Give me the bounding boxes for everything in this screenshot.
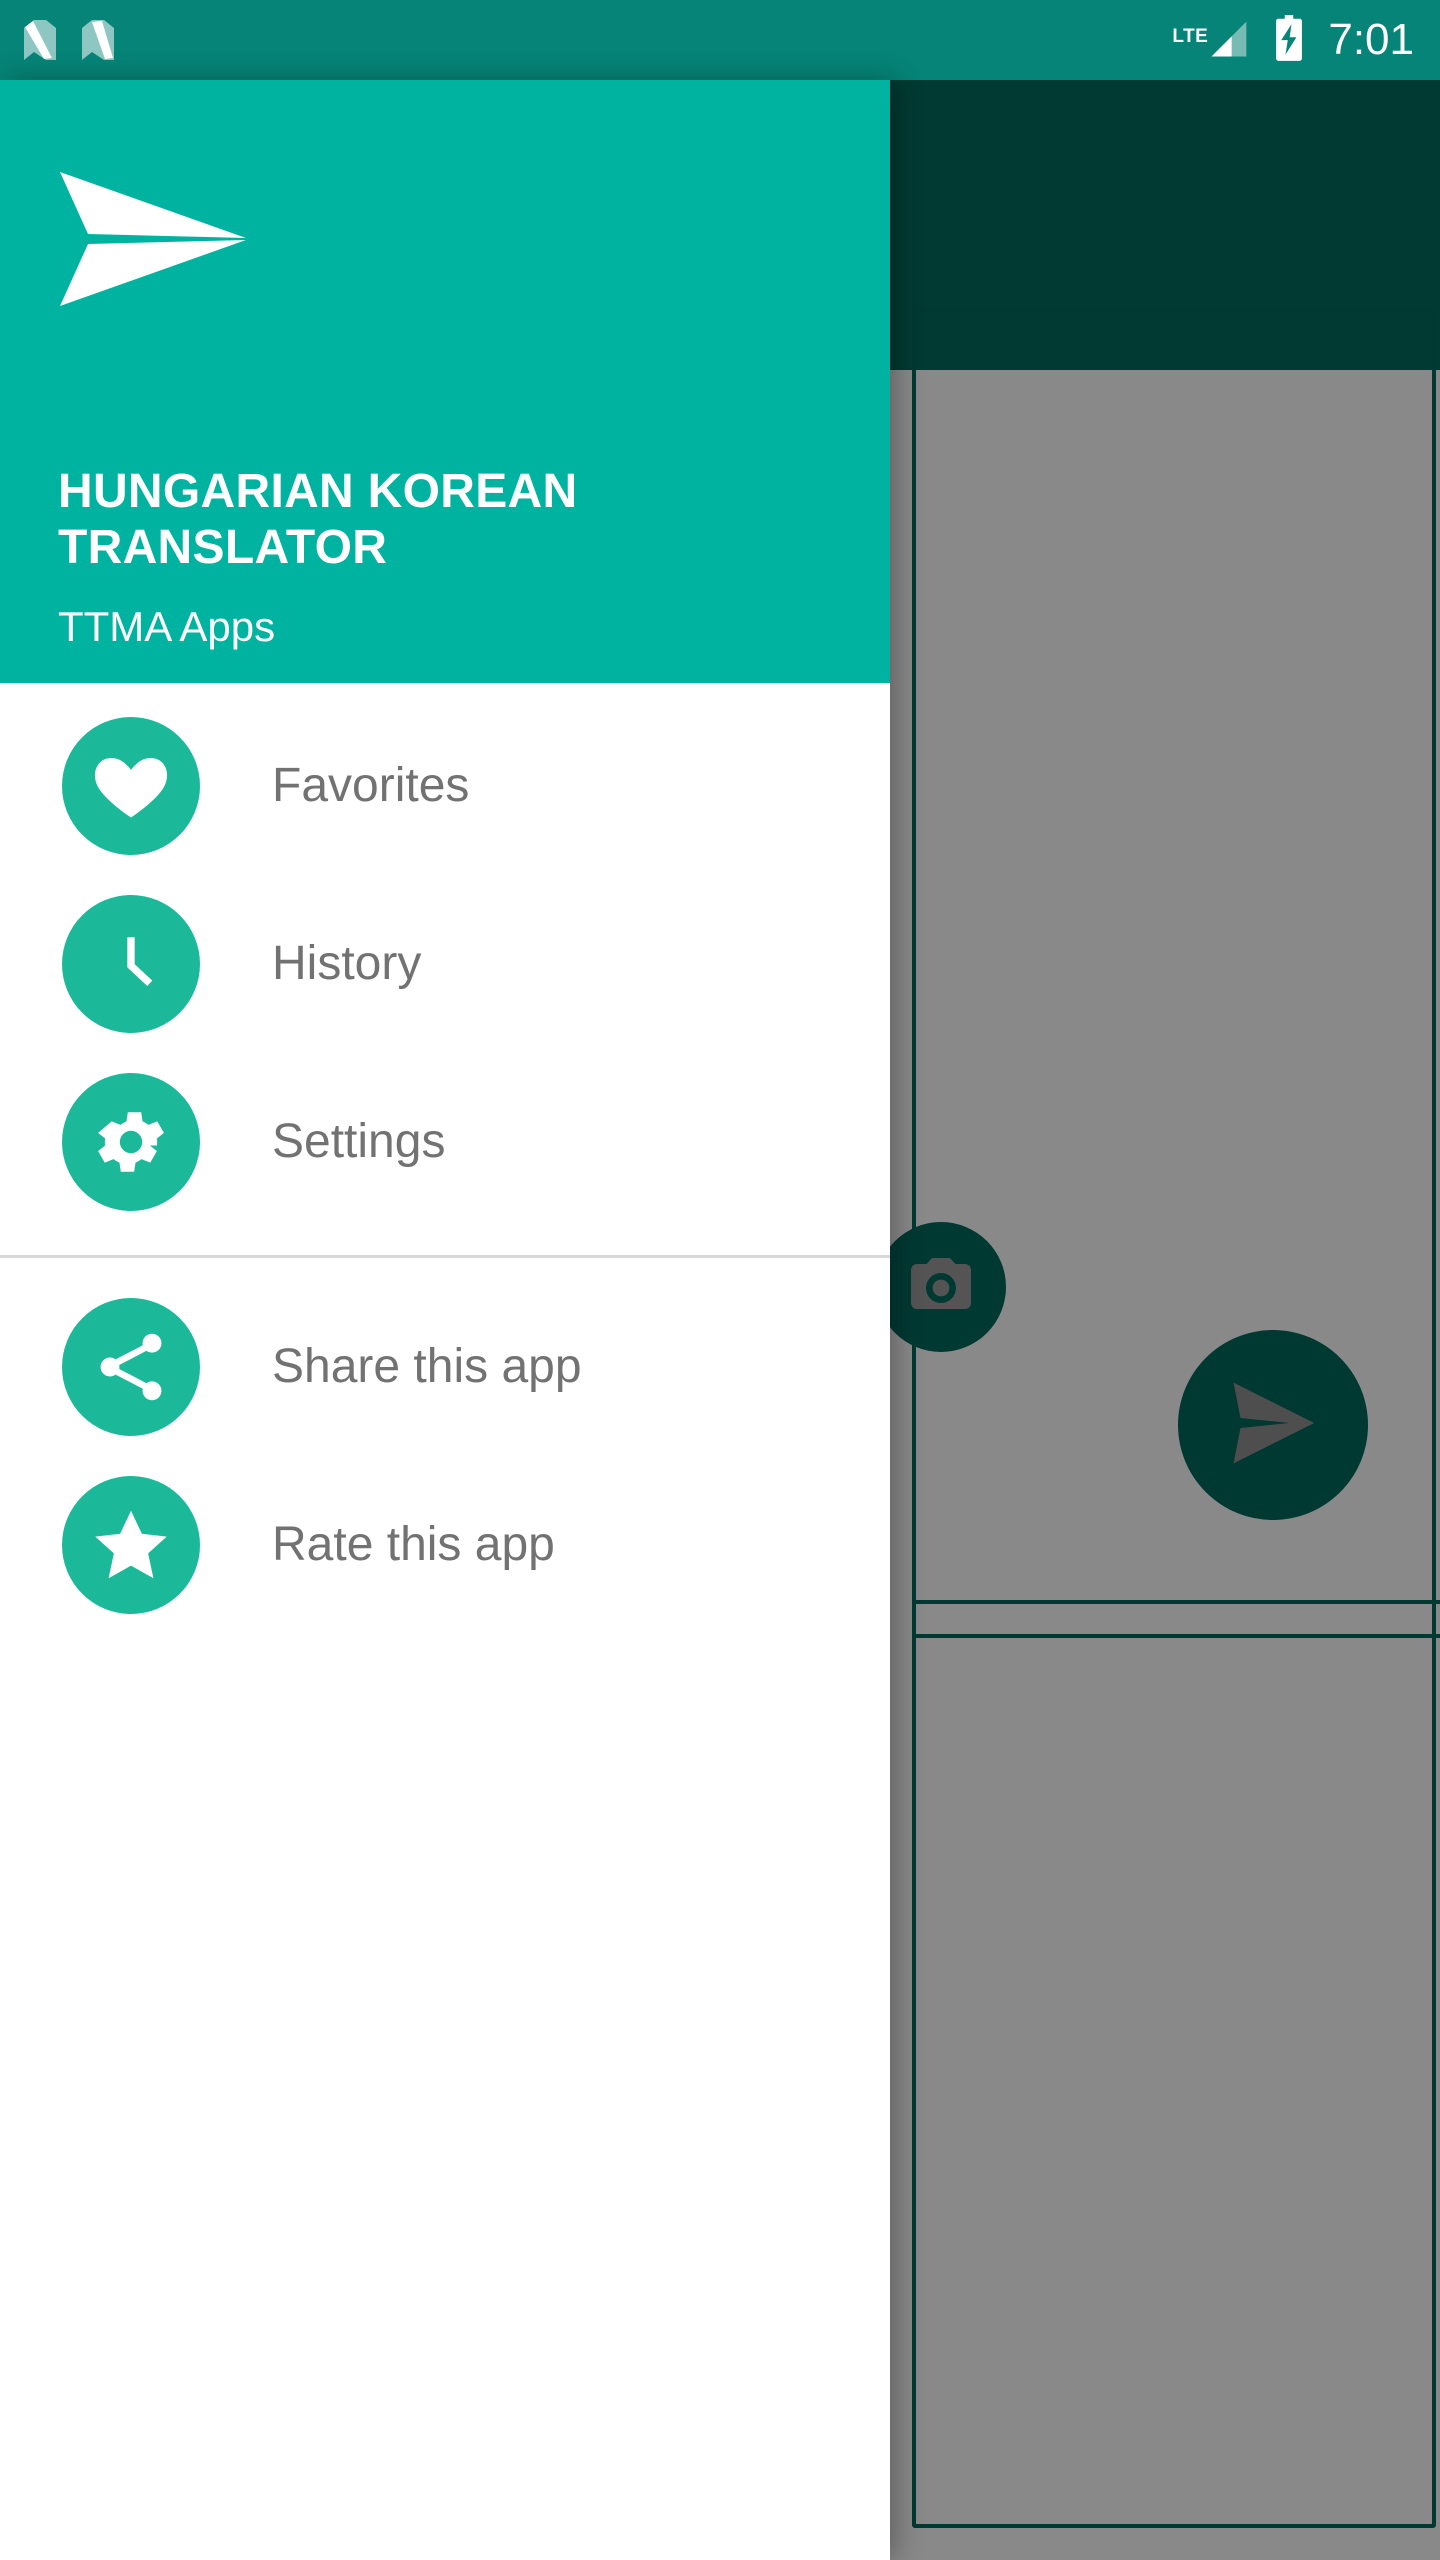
navigation-drawer[interactable]: HUNGARIAN KOREAN TRANSLATOR TTMA Apps Fa… [0, 80, 890, 2560]
drawer-app-title: HUNGARIAN KOREAN TRANSLATOR [58, 465, 578, 575]
drawer-item-label: Rate this app [272, 1518, 555, 1571]
gear-icon [62, 1073, 200, 1211]
network-type-label: LTE [1172, 26, 1209, 47]
signal-cellular-icon: LTE [1168, 18, 1250, 62]
android-n-icon [22, 18, 58, 62]
status-bar-system-icons: LTE 7:01 [1168, 14, 1414, 66]
clock-icon [62, 895, 200, 1033]
status-bar-notifications [22, 18, 116, 62]
drawer-menu: Favorites History Settings Share this ap… [0, 683, 890, 1634]
drawer-item-favorites[interactable]: Favorites [0, 697, 890, 875]
drawer-item-rate-this-app[interactable]: Rate this app [0, 1456, 890, 1634]
drawer-item-settings[interactable]: Settings [0, 1053, 890, 1231]
drawer-item-label: Favorites [272, 759, 470, 812]
drawer-app-subtitle: TTMA Apps [58, 603, 276, 651]
share-icon [62, 1298, 200, 1436]
battery-charging-icon [1272, 14, 1306, 66]
clock-time: 7:01 [1328, 15, 1414, 64]
phone-screen: KOREAN [0, 0, 1440, 2560]
drawer-item-label: History [272, 937, 422, 990]
drawer-group-divider [0, 1255, 890, 1258]
star-icon [62, 1476, 200, 1614]
drawer-item-label: Share this app [272, 1340, 582, 1393]
heart-icon [62, 717, 200, 855]
android-n-icon [80, 18, 116, 62]
drawer-item-share-this-app[interactable]: Share this app [0, 1278, 890, 1456]
status-bar: LTE 7:01 [0, 0, 1440, 80]
drawer-item-history[interactable]: History [0, 875, 890, 1053]
drawer-item-label: Settings [272, 1115, 446, 1168]
paper-plane-send-icon [58, 164, 830, 314]
drawer-header: HUNGARIAN KOREAN TRANSLATOR TTMA Apps [0, 80, 890, 683]
